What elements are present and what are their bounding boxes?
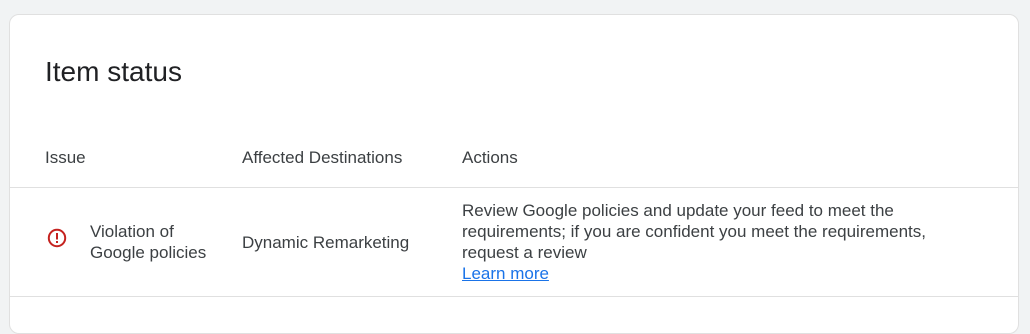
action-description: Review Google policies and update your f… — [462, 201, 926, 262]
column-header-affected-destinations: Affected Destinations — [242, 148, 403, 167]
actions-cell: Review Google policies and update your f… — [462, 200, 982, 284]
learn-more-link[interactable]: Learn more — [462, 263, 549, 284]
column-header-actions: Actions — [462, 148, 518, 167]
affected-destination-text: Dynamic Remarketing — [242, 233, 410, 252]
row-divider — [10, 296, 1018, 297]
column-header-issue: Issue — [45, 148, 86, 167]
issue-text: Violation of Google policies — [90, 222, 207, 262]
error-alert-icon — [47, 228, 67, 248]
item-status-card: Item status Issue Affected Destinations … — [9, 14, 1019, 334]
table-row: Violation of Google policies Dynamic Rem… — [10, 188, 1018, 296]
card-title: Item status — [45, 56, 182, 87]
